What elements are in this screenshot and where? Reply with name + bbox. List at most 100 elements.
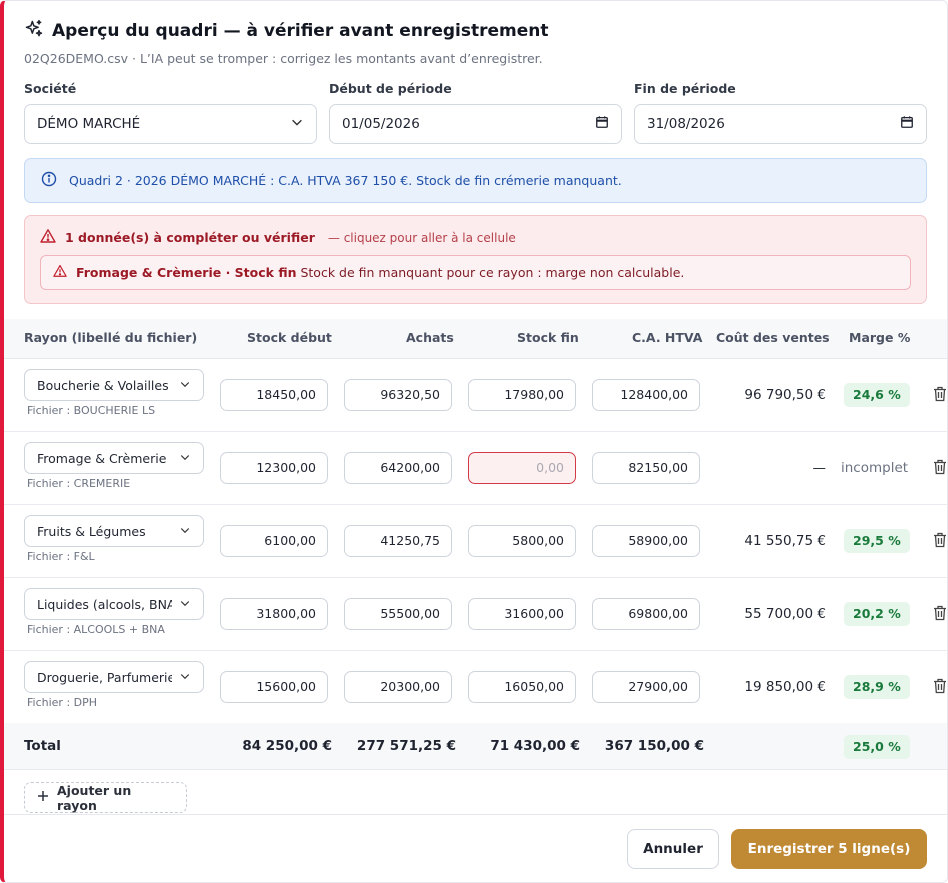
title-row: Aperçu du quadri — à vérifier avant enre… <box>24 19 927 43</box>
alert-item-fromage-stock-fin[interactable]: Fromage & Crèmerie · Stock fin Stock de … <box>40 255 911 290</box>
info-banner: Quadri 2 · 2026 DÉMO MARCHÉ : C.A. HTVA … <box>24 158 927 203</box>
alert-item-content: Fromage & Crèmerie · Stock fin Stock de … <box>76 265 684 280</box>
calendar-icon[interactable] <box>900 115 914 133</box>
trash-icon[interactable] <box>933 678 947 694</box>
stock-debut-input[interactable]: 12300,00 <box>220 452 328 484</box>
stock-debut-input[interactable]: 18450,00 <box>220 379 328 411</box>
achats-input[interactable]: 41250,75 <box>344 525 452 557</box>
total-row: Total 84 250,00 € 277 571,25 € 71 430,00… <box>4 723 947 770</box>
fin-field: Fin de période 31/08/2026 <box>634 81 927 144</box>
trash-icon[interactable] <box>933 459 947 475</box>
sparkles-icon <box>24 19 44 43</box>
add-rayon-label: Ajouter un rayon <box>57 782 132 813</box>
stock-debut-input[interactable]: 31800,00 <box>220 598 328 630</box>
rayon-select[interactable]: Boucherie & Volailles <box>24 369 204 401</box>
stock-fin-input[interactable]: 31600,00 <box>468 598 576 630</box>
achats-input[interactable]: 55500,00 <box>344 598 452 630</box>
marge-badge: 20,2 % <box>844 602 910 626</box>
cout-value: 19 850,00 € <box>744 679 826 695</box>
dialog-subtitle: 02Q26DEMO.csv · L’IA peut se tromper : c… <box>24 51 543 66</box>
stock-fin-input[interactable]: 5800,00 <box>468 525 576 557</box>
col-rayon: Rayon (libellé du fichier) <box>24 330 198 345</box>
col-achats: Achats <box>406 330 454 345</box>
add-rayon-button[interactable]: Ajouter un rayon <box>24 782 187 813</box>
societe-label: Société <box>24 81 77 96</box>
achats-input[interactable]: 20300,00 <box>344 671 452 703</box>
chevron-down-icon <box>179 378 191 393</box>
alert-header: 1 donnée(s) à compléter ou vérifier — cl… <box>40 228 911 247</box>
rayon-value: Liquides (alcools, BNA <box>37 596 172 612</box>
dialog-title: Aperçu du quadri — à vérifier avant enre… <box>52 21 549 41</box>
cout-value: — <box>812 460 827 476</box>
alert-item-title: Fromage & Crèmerie · Stock fin <box>76 265 297 280</box>
ca-input[interactable]: 27900,00 <box>592 671 700 703</box>
validation-alert: 1 donnée(s) à compléter ou vérifier — cl… <box>24 215 927 304</box>
fichier-label: Fichier : F&L <box>27 550 95 563</box>
cancel-button[interactable]: Annuler <box>627 829 719 869</box>
stock-fin-input-error[interactable]: 0,00 <box>468 452 576 484</box>
save-button[interactable]: Enregistrer 5 ligne(s) <box>731 829 927 869</box>
rayon-select[interactable]: Droguerie, Parfumerie <box>24 661 204 693</box>
plus-icon <box>37 790 49 805</box>
debut-date-input[interactable]: 01/05/2026 <box>329 104 622 144</box>
fin-value: 31/08/2026 <box>647 116 725 132</box>
col-marge: Marge % <box>849 330 911 345</box>
debut-label: Début de période <box>329 81 452 96</box>
fichier-label: Fichier : BOUCHERIE LS <box>27 404 156 417</box>
societe-value: DÉMO MARCHÉ <box>37 116 141 132</box>
table-row: Boucherie & Volailles Fichier : BOUCHERI… <box>4 359 947 432</box>
marge-badge: 29,5 % <box>844 529 910 553</box>
marge-badge: 24,6 % <box>844 383 910 407</box>
table-row: Liquides (alcools, BNA Fichier : ALCOOLS… <box>4 578 947 651</box>
societe-select[interactable]: DÉMO MARCHÉ <box>24 104 317 144</box>
total-marge-badge: 25,0 % <box>844 735 910 759</box>
alert-hint: — cliquez pour aller à la cellule <box>327 230 516 245</box>
cout-value: 96 790,50 € <box>744 387 826 403</box>
warning-icon <box>40 228 56 247</box>
col-stock-debut: Stock début <box>247 330 332 345</box>
trash-icon[interactable] <box>933 386 947 402</box>
debut-field: Début de période 01/05/2026 <box>329 81 622 144</box>
achats-input[interactable]: 96320,50 <box>344 379 452 411</box>
rayon-select[interactable]: Liquides (alcools, BNA <box>24 588 204 620</box>
total-ca: 367 150,00 € <box>604 738 704 754</box>
stock-fin-input[interactable]: 16050,00 <box>468 671 576 703</box>
cout-value: 55 700,00 € <box>744 606 826 622</box>
marge-incomplet: incomplet <box>841 460 909 476</box>
fichier-label: Fichier : CREMERIE <box>27 477 131 490</box>
total-label: Total <box>24 738 61 754</box>
rayon-select[interactable]: Fruits & Légumes <box>24 515 204 547</box>
trash-icon[interactable] <box>933 605 947 621</box>
achats-input[interactable]: 64200,00 <box>344 452 452 484</box>
calendar-icon[interactable] <box>595 115 609 133</box>
info-icon <box>41 171 57 190</box>
table-row: Droguerie, Parfumerie Fichier : DPH 1560… <box>4 651 947 724</box>
stock-debut-input[interactable]: 6100,00 <box>220 525 328 557</box>
rayon-select[interactable]: Fromage & Crèmerie <box>24 442 204 474</box>
rayon-value: Fruits & Légumes <box>37 523 146 539</box>
rayon-value: Boucherie & Volailles <box>37 377 169 393</box>
alert-item-text: Stock de fin manquant pour ce rayon : ma… <box>300 265 685 280</box>
societe-field: Société DÉMO MARCHÉ <box>24 81 317 144</box>
table-row: Fruits & Légumes Fichier : F&L 6100,00 4… <box>4 505 947 578</box>
stock-fin-input[interactable]: 17980,00 <box>468 379 576 411</box>
table-row: Fromage & Crèmerie Fichier : CREMERIE 12… <box>4 432 947 505</box>
fichier-label: Fichier : DPH <box>27 696 98 709</box>
ca-input[interactable]: 82150,00 <box>592 452 700 484</box>
ca-input[interactable]: 69800,00 <box>592 598 700 630</box>
trash-icon[interactable] <box>933 532 947 548</box>
fin-date-input[interactable]: 31/08/2026 <box>634 104 927 144</box>
chevron-down-icon <box>179 670 191 685</box>
stock-debut-input[interactable]: 15600,00 <box>220 671 328 703</box>
marge-badge: 28,9 % <box>844 675 910 699</box>
rayon-value: Fromage & Crèmerie <box>37 450 167 466</box>
total-stock-debut: 84 250,00 € <box>242 738 332 754</box>
col-cout: Coût des ventes <box>716 330 830 345</box>
chevron-down-icon <box>179 524 191 539</box>
table-header: Rayon (libellé du fichier) Stock début A… <box>4 319 947 359</box>
info-text: Quadri 2 · 2026 DÉMO MARCHÉ : C.A. HTVA … <box>69 173 622 188</box>
ca-input[interactable]: 128400,00 <box>592 379 700 411</box>
ca-input[interactable]: 58900,00 <box>592 525 700 557</box>
total-achats: 277 571,25 € <box>356 738 456 754</box>
chevron-down-icon <box>179 597 191 612</box>
